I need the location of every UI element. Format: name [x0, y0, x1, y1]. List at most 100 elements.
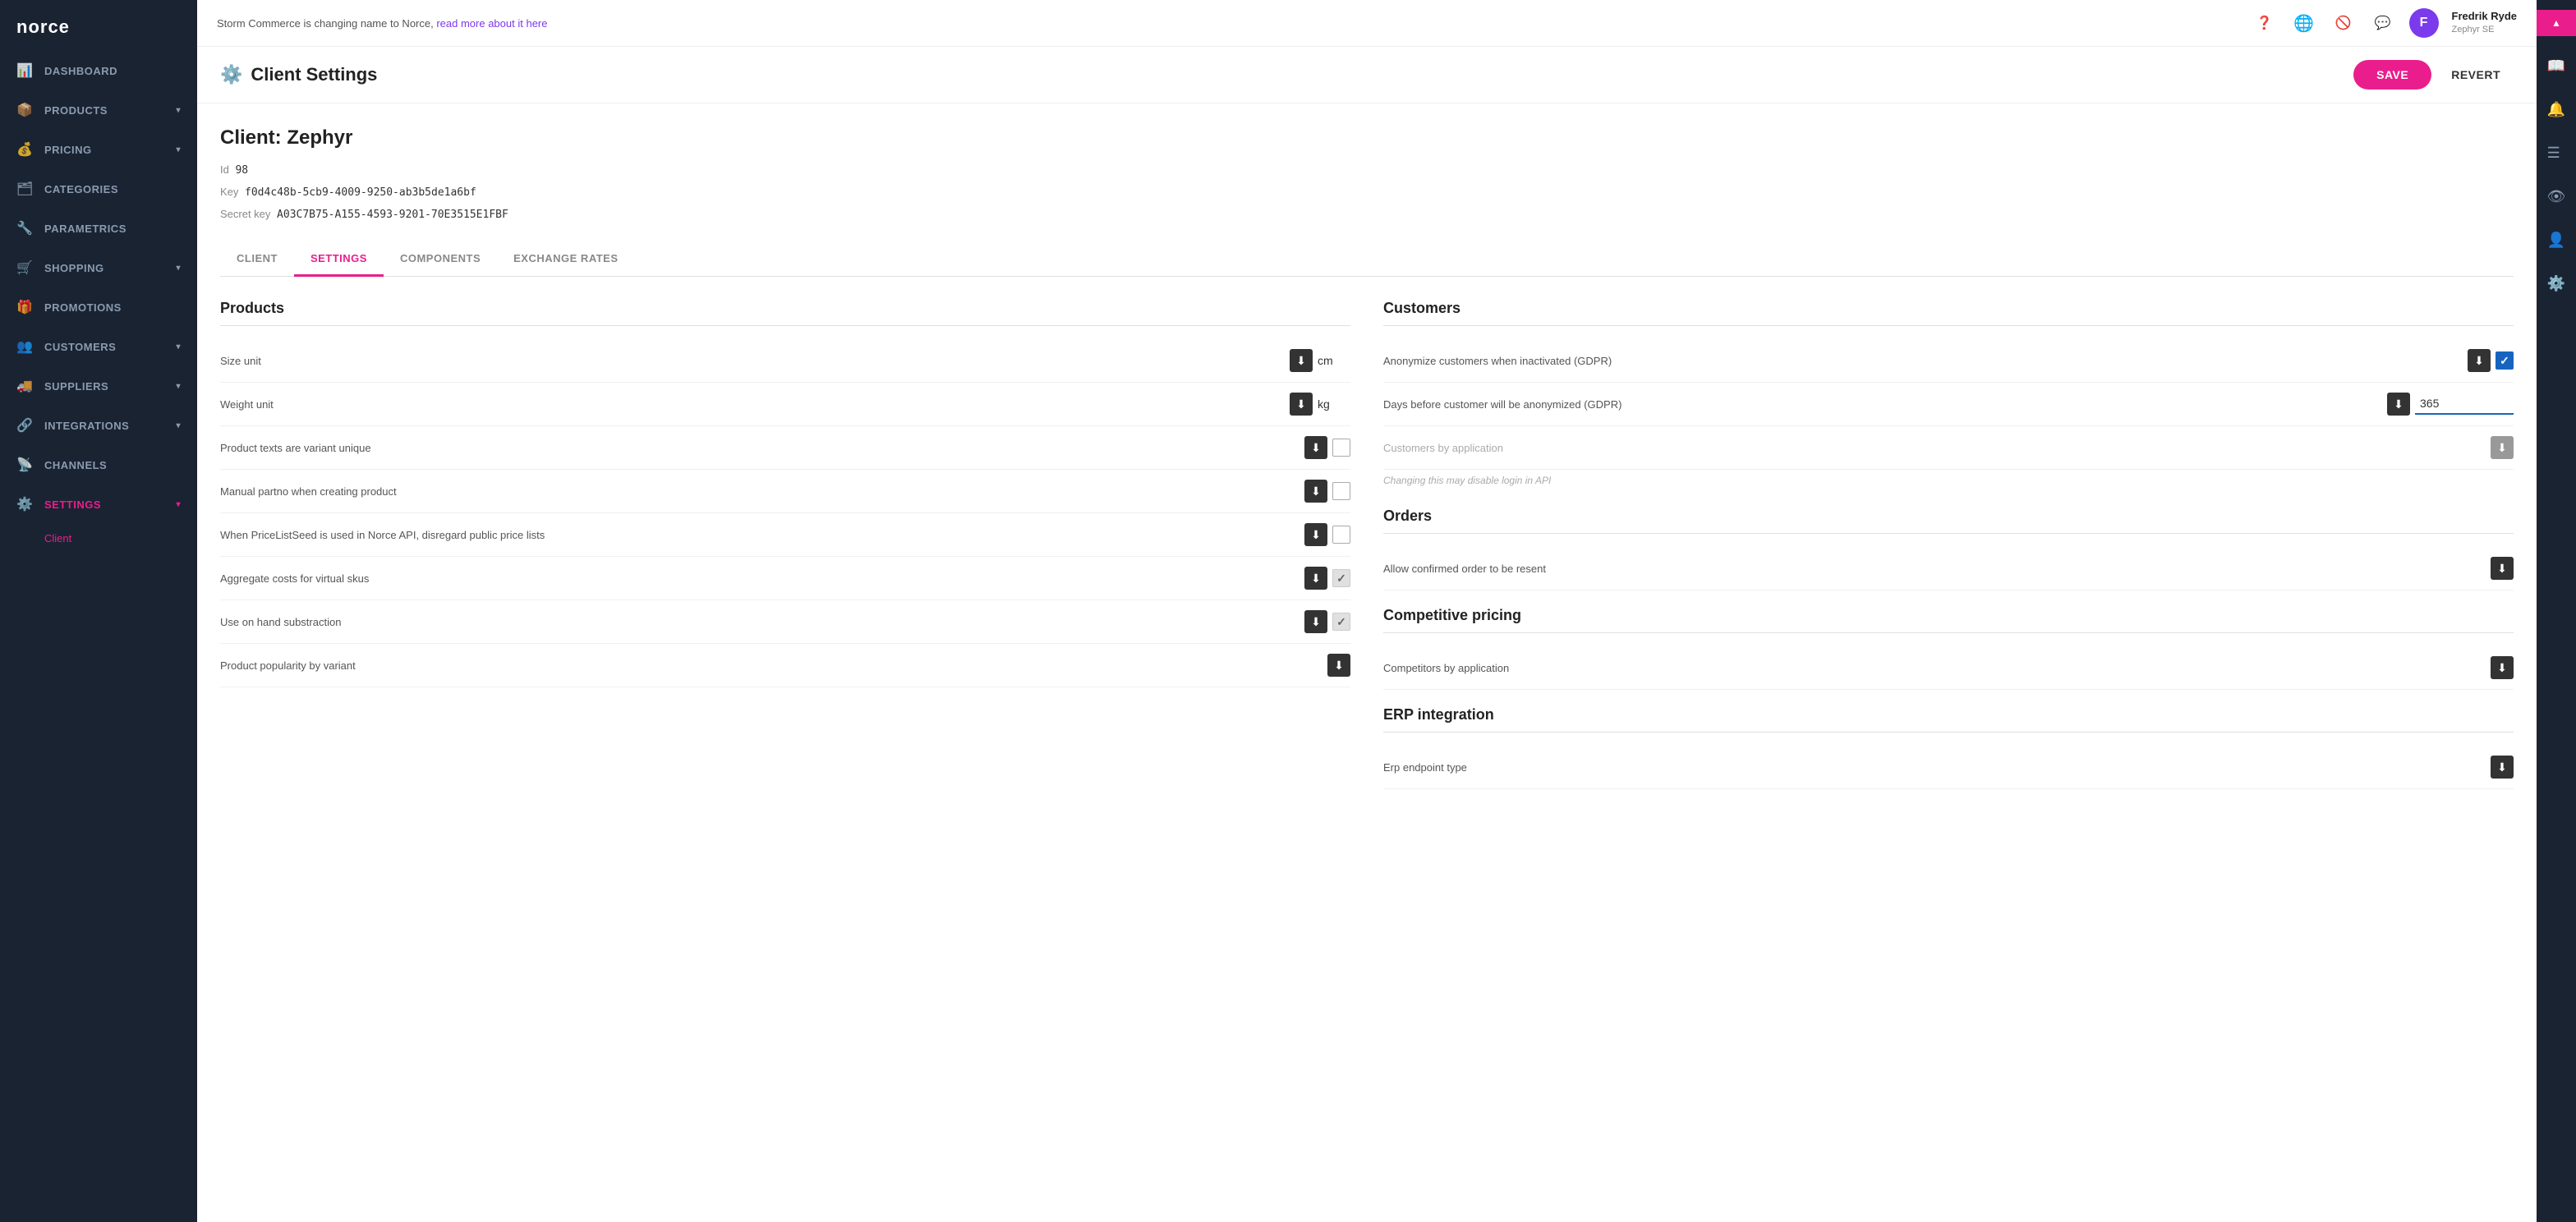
sidebar-item-channels[interactable]: 📡 CHANNELS [0, 445, 197, 485]
tab-exchange-rates[interactable]: EXCHANGE RATES [497, 242, 634, 277]
variant-unique-checkbox[interactable] [1332, 439, 1350, 457]
on-hand-checkbox[interactable] [1332, 613, 1350, 631]
manual-partno-arrow-btn[interactable]: ⬇ [1304, 480, 1327, 503]
setting-row-erp-endpoint: Erp endpoint type ⬇ [1383, 746, 2514, 789]
id-label: Id [220, 163, 229, 176]
settings-gear-icon: ⚙️ [220, 64, 242, 85]
sidebar-item-categories[interactable]: 🗂 CATEGORIES [0, 169, 197, 209]
setting-control-popularity: ⬇ [1252, 654, 1350, 677]
setting-control-resent: ⬇ [2415, 557, 2514, 580]
sidebar-item-label: DASHBOARD [44, 65, 117, 77]
sidebar-item-products[interactable]: 📦 PRODUCTS ▾ [0, 90, 197, 130]
language-icon[interactable]: 🌐 [2291, 10, 2317, 36]
gear-icon[interactable]: ⚙️ [2542, 270, 2571, 297]
setting-control-on-hand: ⬇ [1252, 610, 1350, 633]
sidebar-item-label: PARAMETRICS [44, 223, 126, 235]
setting-label-weight-unit: Weight unit [220, 398, 1252, 411]
eye-icon[interactable]: 👁 [2542, 183, 2571, 210]
key-label: Key [220, 186, 238, 198]
tab-settings[interactable]: SETTINGS [294, 242, 384, 277]
setting-label-customers-by-app: Customers by application [1383, 442, 2415, 454]
anonymize-arrow-btn[interactable]: ⬇ [2468, 349, 2491, 372]
size-unit-arrow-btn[interactable]: ⬇ [1290, 349, 1313, 372]
revert-button[interactable]: REVERT [2438, 60, 2514, 90]
pricelistseed-arrow-btn[interactable]: ⬇ [1304, 523, 1327, 546]
setting-label-on-hand: Use on hand substraction [220, 616, 1252, 628]
pricelistseed-checkbox[interactable] [1332, 526, 1350, 544]
sidebar-item-settings[interactable]: ⚙️ SETTINGS ▾ [0, 485, 197, 524]
setting-label-size-unit: Size unit [220, 355, 1252, 367]
avatar[interactable]: F [2409, 8, 2439, 38]
competitors-arrow-btn[interactable]: ⬇ [2491, 656, 2514, 679]
promotions-icon: 🎁 [16, 299, 33, 315]
logo-text: norce [16, 16, 70, 38]
orders-title: Orders [1383, 508, 2514, 534]
sidebar-item-customers[interactable]: 👥 CUSTOMERS ▾ [0, 327, 197, 366]
days-anonymized-input[interactable] [2415, 393, 2514, 415]
user-name: Fredrik Ryde [2452, 10, 2517, 24]
setting-control-size-unit: ⬇ cm [1252, 349, 1350, 372]
customers-icon: 👥 [16, 338, 33, 355]
sidebar-item-label: CATEGORIES [44, 183, 118, 195]
sidebar-item-label: PRODUCTS [44, 104, 108, 117]
sidebar-item-dashboard[interactable]: 📊 DASHBOARD [0, 51, 197, 90]
sidebar-item-label: SHOPPING [44, 262, 104, 274]
top-arrow-btn[interactable]: ▲ [2537, 10, 2576, 36]
weight-unit-value: kg [1318, 397, 1350, 411]
book-icon[interactable]: 📖 [2542, 53, 2571, 80]
setting-row-customers-by-app: Customers by application ⬇ [1383, 426, 2514, 470]
setting-row-resent: Allow confirmed order to be resent ⬇ [1383, 547, 2514, 590]
customers-title: Customers [1383, 300, 2514, 326]
sidebar-item-shopping[interactable]: 🛒 SHOPPING ▾ [0, 248, 197, 287]
block-icon[interactable]: 🚫 [2330, 10, 2357, 36]
notification-icon[interactable]: 🔔 [2542, 96, 2571, 123]
sidebar-item-label: SETTINGS [44, 498, 101, 511]
setting-row-days-anonymized: Days before customer will be anonymized … [1383, 383, 2514, 426]
tab-components[interactable]: COMPONENTS [384, 242, 497, 277]
days-anonymized-arrow-btn[interactable]: ⬇ [2387, 393, 2410, 416]
sidebar-item-label: SUPPLIERS [44, 380, 108, 393]
sidebar-item-pricing[interactable]: 💰 PRICING ▾ [0, 130, 197, 169]
page-header-actions: SAVE REVERT [2353, 60, 2514, 90]
manual-partno-checkbox[interactable] [1332, 482, 1350, 500]
sidebar-item-promotions[interactable]: 🎁 PROMOTIONS [0, 287, 197, 327]
save-button[interactable]: SAVE [2353, 60, 2431, 90]
setting-control-weight-unit: ⬇ kg [1252, 393, 1350, 416]
resent-arrow-btn[interactable]: ⬇ [2491, 557, 2514, 580]
aggregate-costs-checkbox[interactable] [1332, 569, 1350, 587]
setting-control-manual-partno: ⬇ [1252, 480, 1350, 503]
shopping-icon: 🛒 [16, 260, 33, 276]
dashboard-icon: 📊 [16, 62, 33, 79]
chevron-down-icon: ▾ [176, 421, 181, 430]
people-icon[interactable]: 👤 [2542, 227, 2571, 254]
customers-by-app-arrow-btn[interactable]: ⬇ [2491, 436, 2514, 459]
aggregate-costs-arrow-btn[interactable]: ⬇ [1304, 567, 1327, 590]
right-bar-icons: 📖 🔔 ☰ 👁 👤 ⚙️ [2542, 53, 2571, 297]
sidebar-item-suppliers[interactable]: 🚚 SUPPLIERS ▾ [0, 366, 197, 406]
setting-control-variant-unique: ⬇ [1252, 436, 1350, 459]
setting-row-popularity: Product popularity by variant ⬇ [220, 644, 1350, 687]
sidebar-item-parametrics[interactable]: 🔧 PARAMETRICS [0, 209, 197, 248]
setting-control-pricelistseed: ⬇ [1252, 523, 1350, 546]
popularity-arrow-btn[interactable]: ⬇ [1327, 654, 1350, 677]
sidebar-sub-item-client[interactable]: Client [0, 524, 197, 553]
anonymize-checkbox[interactable] [2496, 351, 2514, 370]
client-key: f0d4c48b-5cb9-4009-9250-ab3b5de1a6bf [245, 186, 476, 199]
sidebar-item-integrations[interactable]: 🔗 INTEGRATIONS ▾ [0, 406, 197, 445]
setting-row-size-unit: Size unit ⬇ cm [220, 339, 1350, 383]
pricing-icon: 💰 [16, 141, 33, 158]
chat-icon[interactable]: 💬 [2370, 10, 2396, 36]
erp-endpoint-arrow-btn[interactable]: ⬇ [2491, 756, 2514, 779]
page-title-row: ⚙️ Client Settings [220, 64, 377, 85]
setting-row-competitors: Competitors by application ⬇ [1383, 646, 2514, 690]
setting-control-competitors: ⬇ [2415, 656, 2514, 679]
help-icon[interactable]: ❓ [2252, 10, 2278, 36]
variant-unique-arrow-btn[interactable]: ⬇ [1304, 436, 1327, 459]
tab-client[interactable]: CLIENT [220, 242, 294, 277]
right-column: Customers Anonymize customers when inact… [1383, 300, 2514, 789]
weight-unit-arrow-btn[interactable]: ⬇ [1290, 393, 1313, 416]
on-hand-arrow-btn[interactable]: ⬇ [1304, 610, 1327, 633]
list-icon[interactable]: ☰ [2542, 140, 2571, 167]
setting-control-erp-endpoint: ⬇ [2415, 756, 2514, 779]
banner-link[interactable]: read more about it here [436, 17, 547, 30]
